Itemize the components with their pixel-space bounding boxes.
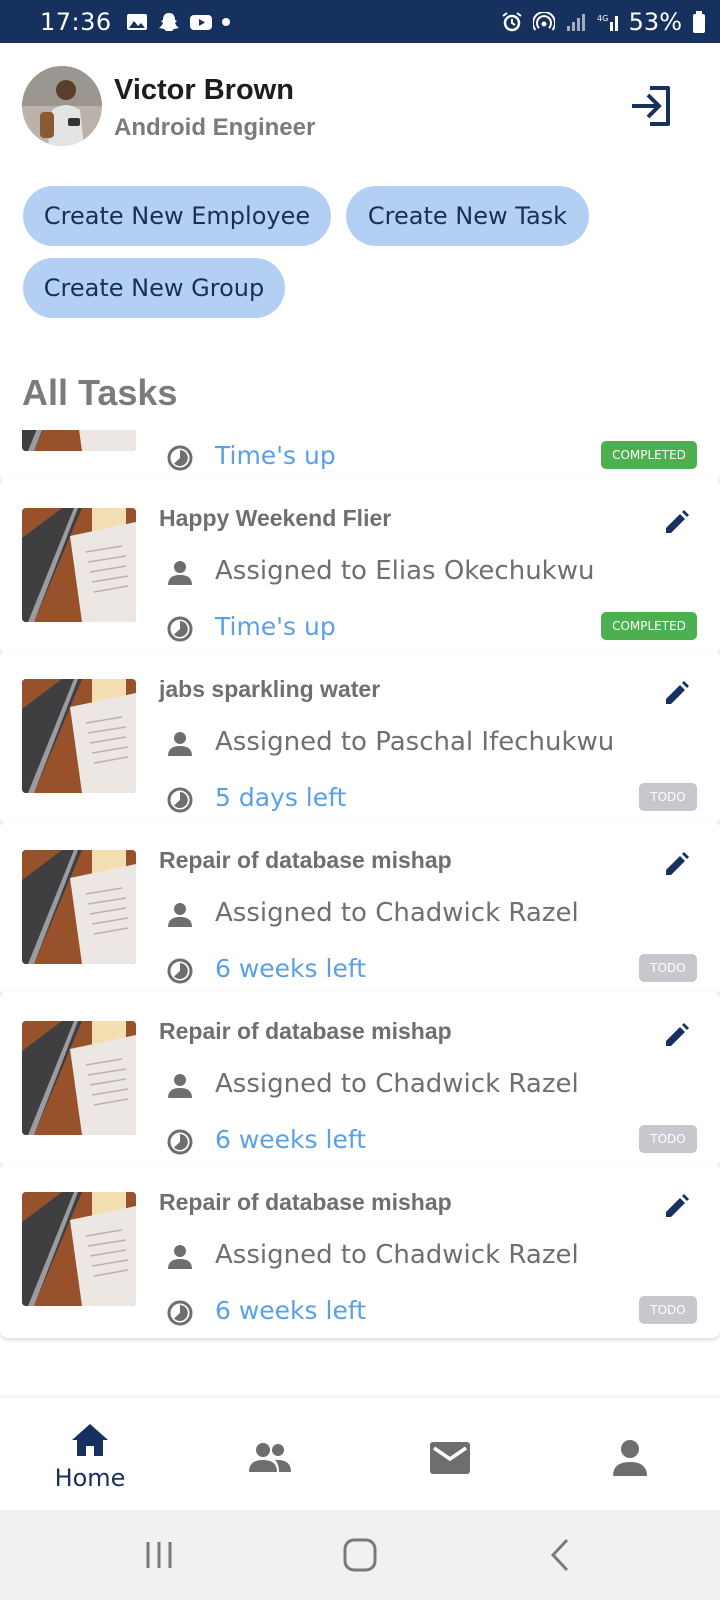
task-card[interactable]: Assigned to Elias OkechukwuTime's upCOMP… xyxy=(0,430,720,483)
status-time: 17:36 xyxy=(40,7,112,36)
status-badge: TODO xyxy=(639,783,697,811)
nav-messages[interactable] xyxy=(360,1398,540,1510)
mail-icon xyxy=(430,1442,470,1474)
alarm-icon xyxy=(502,11,522,31)
network-4g-signal-icon: 4G xyxy=(597,14,618,31)
assignee-icon xyxy=(168,561,192,585)
timer-icon xyxy=(167,1129,193,1155)
avatar[interactable] xyxy=(22,66,102,146)
task-thumbnail-image xyxy=(22,850,136,964)
task-thumbnail-image xyxy=(22,1021,136,1135)
task-thumbnail xyxy=(22,430,136,451)
status-badge: TODO xyxy=(639,954,697,982)
task-due: 5 days left xyxy=(215,783,347,812)
task-assignee: Assigned to Chadwick Razel xyxy=(215,1240,579,1270)
task-card[interactable]: jabs sparkling water Assigned to Paschal … xyxy=(0,650,720,825)
group-icon xyxy=(249,1443,291,1472)
task-thumbnail-image xyxy=(22,508,136,622)
assignee-icon xyxy=(168,903,192,927)
task-due: Time's up xyxy=(215,612,336,641)
timer-icon xyxy=(167,958,193,984)
nav-profile[interactable] xyxy=(540,1398,720,1510)
nav-home-label: Home xyxy=(54,1464,126,1492)
create-task-button[interactable]: Create New Task xyxy=(346,186,589,246)
status-badge: TODO xyxy=(639,1296,697,1324)
recent-apps-icon[interactable] xyxy=(134,1532,184,1578)
task-card[interactable]: Happy Weekend Flier Assigned to Elias Oke… xyxy=(0,479,720,654)
back-icon[interactable] xyxy=(537,1532,587,1578)
task-card[interactable]: Repair of database mishap Assigned to Cha… xyxy=(0,1163,720,1338)
edit-icon[interactable] xyxy=(662,1193,690,1221)
gallery-icon xyxy=(126,13,147,30)
battery-percent: 53% xyxy=(628,7,682,36)
task-title: Repair of database mishap xyxy=(159,1189,452,1215)
home-icon xyxy=(72,1424,108,1456)
task-title: Happy Weekend Flier xyxy=(159,505,392,531)
task-assignee: Assigned to Paschal Ifechukwu xyxy=(215,727,615,757)
bottom-navigation: Home xyxy=(0,1398,720,1510)
profile-names: Victor Brown Android Engineer xyxy=(114,70,315,142)
task-list: Assigned to Elias Okechukwu Time's up COMP… xyxy=(0,430,720,1338)
task-title: Repair of database mishap xyxy=(159,847,452,873)
status-badge: TODO xyxy=(639,1125,697,1153)
status-badge: COMPLETED xyxy=(601,612,697,640)
person-icon xyxy=(613,1440,647,1476)
task-due: 6 weeks left xyxy=(215,1296,367,1325)
task-assignee: Assigned to Chadwick Razel xyxy=(215,1069,579,1099)
status-badge: COMPLETED xyxy=(601,441,697,469)
task-thumbnail-image xyxy=(22,1192,136,1306)
timer-icon xyxy=(167,787,193,813)
app-screen: 17:36 4G 53% Victor Brown Android Engine… xyxy=(0,0,720,1600)
task-title: jabs sparkling water xyxy=(159,676,381,702)
task-thumbnail xyxy=(22,1021,136,1135)
task-due: 6 weeks left xyxy=(215,1125,367,1154)
edit-icon[interactable] xyxy=(662,1022,690,1050)
profile-header: Victor Brown Android Engineer xyxy=(22,66,315,146)
nav-home[interactable]: Home xyxy=(0,1398,180,1510)
youtube-icon xyxy=(189,14,212,30)
svg-text:4G: 4G xyxy=(597,14,608,23)
edit-icon[interactable] xyxy=(662,851,690,879)
task-thumbnail xyxy=(22,508,136,622)
task-list-viewport[interactable]: Assigned to Elias Okechukwu Time's up COMP… xyxy=(0,430,720,1395)
assignee-icon xyxy=(168,1074,192,1098)
user-role: Android Engineer xyxy=(114,114,316,141)
snapchat-icon xyxy=(158,12,179,31)
signal-icon xyxy=(566,13,585,31)
home-button-icon[interactable] xyxy=(335,1532,385,1578)
create-employee-button[interactable]: Create New Employee xyxy=(23,186,331,246)
edit-icon[interactable] xyxy=(662,509,690,537)
hotspot-icon xyxy=(532,11,555,31)
timer-icon xyxy=(167,445,193,471)
assignee-icon xyxy=(168,732,192,756)
nav-groups[interactable] xyxy=(180,1398,360,1510)
notification-dot-icon xyxy=(221,17,230,26)
avatar-image xyxy=(22,66,102,146)
battery-icon xyxy=(693,10,705,33)
task-thumbnail xyxy=(22,850,136,964)
timer-icon xyxy=(167,1300,193,1326)
task-assignee: Assigned to Chadwick Razel xyxy=(215,898,579,928)
task-thumbnail xyxy=(22,1192,136,1306)
assignee-icon xyxy=(168,1245,192,1269)
task-card[interactable]: Repair of database mishap Assigned to Cha… xyxy=(0,992,720,1167)
logout-icon[interactable] xyxy=(630,84,674,128)
task-card[interactable]: Repair of database mishap Assigned to Cha… xyxy=(0,821,720,996)
timer-icon xyxy=(167,616,193,642)
edit-icon[interactable] xyxy=(662,680,690,708)
task-due: Time's up xyxy=(215,441,336,470)
task-thumbnail-image xyxy=(22,430,136,451)
task-thumbnail-image xyxy=(22,679,136,793)
task-assignee: Assigned to Elias Okechukwu xyxy=(215,556,595,586)
create-group-button[interactable]: Create New Group xyxy=(23,258,285,318)
task-thumbnail xyxy=(22,679,136,793)
task-due: 6 weeks left xyxy=(215,954,367,983)
user-name: Victor Brown xyxy=(114,74,294,106)
task-title: Repair of database mishap xyxy=(159,1018,452,1044)
status-bar: 17:36 4G 53% xyxy=(0,0,720,43)
system-navigation-bar xyxy=(0,1510,720,1600)
section-title: All Tasks xyxy=(22,372,178,413)
